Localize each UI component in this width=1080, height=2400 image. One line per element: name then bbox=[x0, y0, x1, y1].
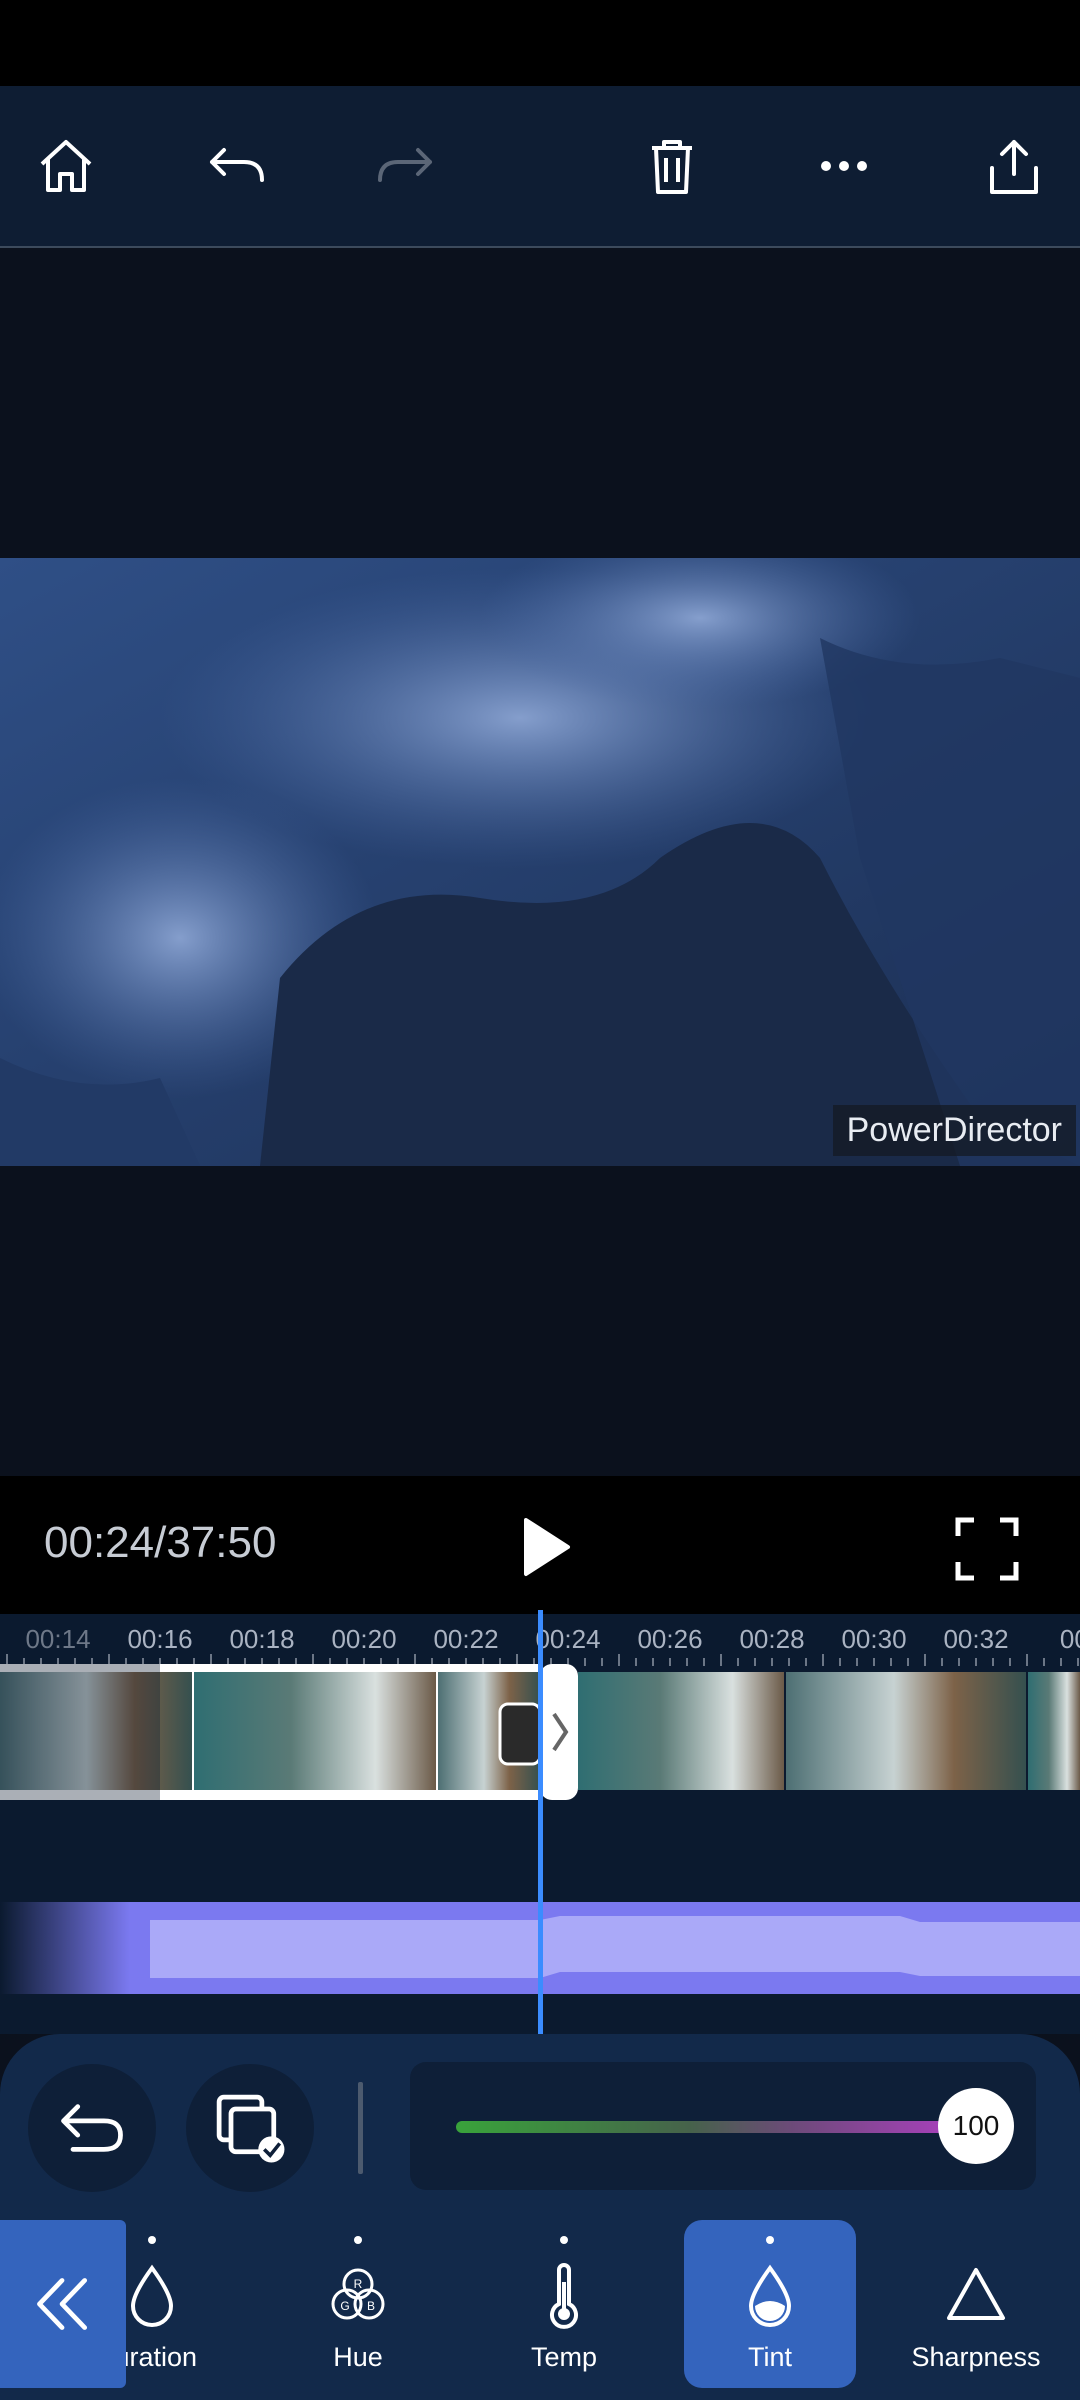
timecode: 00:24/37:50 bbox=[44, 1518, 277, 1567]
tab-indicator-dot bbox=[560, 2236, 568, 2244]
tab-label: Hue bbox=[333, 2342, 383, 2372]
ruler-label: 00:18 bbox=[229, 1624, 295, 1654]
tab-indicator-dot bbox=[766, 2236, 774, 2244]
ruler-label: 00:24 bbox=[535, 1624, 601, 1654]
undo-icon bbox=[210, 148, 264, 182]
home-button[interactable] bbox=[26, 126, 106, 206]
divider bbox=[358, 2082, 363, 2174]
more-icon bbox=[821, 161, 867, 171]
svg-text:G: G bbox=[340, 2299, 349, 2313]
fullscreen-button[interactable] bbox=[952, 1514, 1022, 1584]
tint-slider-track[interactable] bbox=[456, 2121, 976, 2133]
redo-button[interactable] bbox=[366, 126, 446, 206]
svg-text:R: R bbox=[354, 2277, 363, 2291]
tab-indicator-dot bbox=[354, 2236, 362, 2244]
reset-icon bbox=[61, 2104, 123, 2152]
more-button[interactable] bbox=[804, 126, 884, 206]
tab-label: Temp bbox=[530, 2342, 598, 2372]
fullscreen-icon bbox=[955, 1517, 1019, 1581]
tab-hue[interactable]: R G B Hue bbox=[272, 2220, 444, 2388]
collapse-tabs-button[interactable] bbox=[0, 2220, 126, 2388]
ruler-label: 00: bbox=[1059, 1624, 1080, 1654]
ruler-label: 00:16 bbox=[127, 1624, 193, 1654]
double-chevron-left-icon bbox=[37, 2278, 88, 2330]
playback-bar: 00:24/37:50 bbox=[0, 1476, 1080, 1614]
tab-temp[interactable]: Temp bbox=[478, 2220, 650, 2388]
drop-icon bbox=[130, 2264, 174, 2327]
ruler-label: 00:32 bbox=[943, 1624, 1009, 1654]
trash-icon bbox=[652, 140, 692, 194]
apply-to-all-button[interactable] bbox=[186, 2064, 314, 2192]
ruler-label: 00:26 bbox=[637, 1624, 703, 1654]
tint-slider-container: 100 bbox=[410, 2062, 1036, 2190]
ruler-label: 00:28 bbox=[739, 1624, 805, 1654]
export-button[interactable] bbox=[974, 126, 1054, 206]
video-preview[interactable]: PowerDirector bbox=[0, 558, 1080, 1166]
tab-label: Sharpness bbox=[911, 2342, 1041, 2372]
delete-button[interactable] bbox=[632, 126, 712, 206]
tint-drop-icon bbox=[748, 2264, 792, 2327]
tab-label: Tint bbox=[747, 2342, 792, 2372]
ruler-label: 00:30 bbox=[841, 1624, 907, 1654]
undo-button[interactable] bbox=[196, 126, 276, 206]
status-bar bbox=[0, 0, 1080, 86]
svg-text:B: B bbox=[367, 2299, 375, 2313]
export-icon bbox=[990, 140, 1038, 194]
playhead[interactable] bbox=[538, 1610, 543, 2034]
ruler-label: 00:14 bbox=[25, 1624, 91, 1654]
thermometer-icon bbox=[550, 2263, 578, 2329]
tab-indicator-dot bbox=[148, 2236, 156, 2244]
rgb-icon: R G B bbox=[331, 2268, 385, 2320]
watermark: PowerDirector bbox=[832, 1105, 1076, 1156]
apply-all-icon bbox=[216, 2094, 285, 2163]
redo-icon bbox=[378, 148, 432, 182]
triangle-icon bbox=[947, 2268, 1005, 2320]
reset-button[interactable] bbox=[28, 2064, 156, 2192]
play-icon bbox=[524, 1518, 570, 1576]
video-frame-image bbox=[0, 558, 1080, 1166]
home-icon bbox=[40, 140, 92, 192]
tint-slider-knob[interactable]: 100 bbox=[938, 2088, 1014, 2164]
ruler-label: 00:22 bbox=[433, 1624, 499, 1654]
tab-tint[interactable]: Tint bbox=[684, 2220, 856, 2388]
play-button[interactable] bbox=[510, 1512, 580, 1582]
adjust-tabs: turation R G B Hue Temp Tint Sharpness bbox=[0, 2220, 1080, 2390]
top-toolbar bbox=[0, 86, 1080, 248]
ruler-label: 00:20 bbox=[331, 1624, 397, 1654]
tab-sharpness[interactable]: Sharpness bbox=[890, 2220, 1062, 2388]
